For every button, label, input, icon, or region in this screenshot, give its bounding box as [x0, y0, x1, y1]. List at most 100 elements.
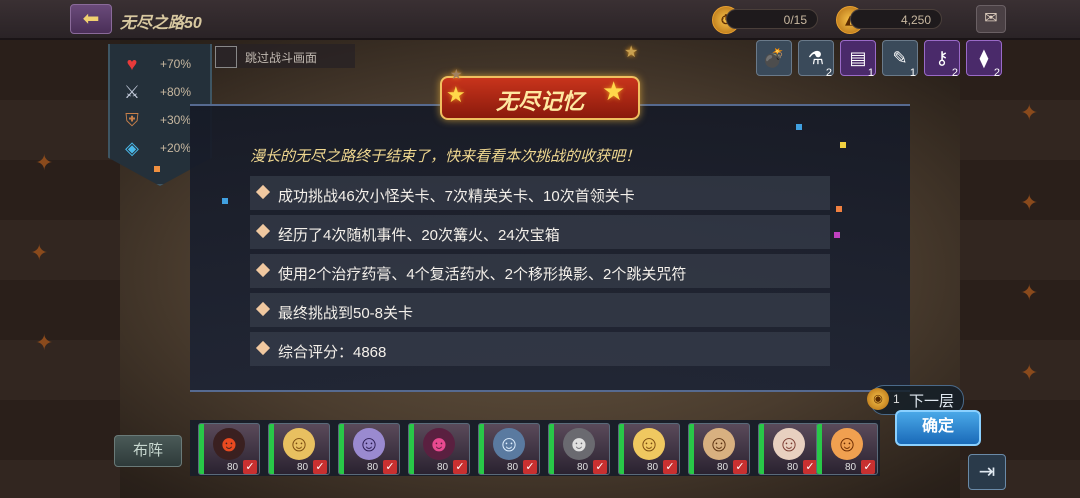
check-icon: ✓ [593, 460, 607, 474]
hero-level: 80 [787, 462, 799, 473]
exit-button[interactable]: ⇥ [968, 454, 1006, 490]
boot-icon: ✎ [892, 48, 908, 68]
check-icon: ✓ [733, 460, 747, 474]
buff-attack: ⚔ +80% [120, 80, 210, 104]
skip-label: 跳过战斗画面 [245, 51, 318, 65]
row-text: 综合评分：4868 [278, 344, 387, 361]
hero-level: 80 [717, 462, 729, 473]
formation-button[interactable]: 布阵 [114, 435, 182, 467]
diamond-icon [255, 223, 271, 239]
ornament-icon: ✦ [1020, 190, 1039, 215]
bomb-icon: 💣 [762, 48, 786, 68]
hero-portrait: ☺ [493, 428, 525, 460]
hero-level: 80 [367, 462, 379, 473]
hero-portrait: ☻ [423, 428, 455, 460]
summary-row: 最终挑战到50-8关卡 [250, 293, 830, 327]
check-icon: ✓ [383, 460, 397, 474]
page-title: 无尽之路50 [120, 15, 202, 32]
hp-bar [817, 424, 822, 474]
crystal-icon: ◈ [125, 138, 139, 158]
hero-slot[interactable]: ☺ 80 ✓ [618, 423, 680, 475]
buff-hp: ♥ +70% [120, 52, 210, 76]
key-icon: ⚷ [935, 48, 949, 68]
vial-item[interactable]: ⧫ 2 [966, 40, 1002, 79]
hp-bar [409, 424, 414, 474]
hero-slot[interactable]: ☺ 80 ✓ [688, 423, 750, 475]
summary-row: 经历了4次随机事件、20次篝火、24次宝箱 [250, 215, 830, 249]
star-icon: ★ [602, 76, 626, 106]
item-count: 2 [993, 67, 1000, 79]
row-text: 经历了4次随机事件、20次篝火、24次宝箱 [278, 227, 560, 244]
buff-value: +80% [160, 85, 192, 99]
hero-slot[interactable]: ☻ 80 ✓ [408, 423, 470, 475]
key-item[interactable]: ⚷ 2 [924, 40, 960, 79]
next-floor-label: 下一层 [909, 393, 955, 410]
skip-battle-toggle[interactable]: 跳过战斗画面 [215, 44, 355, 68]
hp-bar [479, 424, 484, 474]
hero-slot[interactable]: ☺ 80 ✓ [338, 423, 400, 475]
diamond-icon [255, 184, 271, 200]
ornament-icon: ✦ [1020, 360, 1039, 385]
hero-slot[interactable]: ☺ 80 ✓ [758, 423, 820, 475]
shield-icon: ⛨ [125, 110, 139, 130]
confetti [836, 206, 842, 212]
heart-icon: ♥ [126, 54, 138, 74]
top-bar: ⬅ 无尽之路50 ⏱ 0/15 ◭ 4,250 ✉ [0, 0, 1080, 40]
hero-level: 80 [577, 462, 589, 473]
hero-level: 80 [507, 462, 519, 473]
hero-portrait: ☻ [563, 428, 595, 460]
vial-icon: ⧫ [979, 48, 989, 68]
boot-item[interactable]: ✎ 1 [882, 40, 918, 79]
hp-bar [269, 424, 274, 474]
mail-icon[interactable]: ✉ [976, 5, 1006, 33]
currency-counter: 4,250 [850, 9, 942, 29]
hero-slot[interactable]: ☻ 80 ✓ [198, 423, 260, 475]
bomb-item[interactable]: 💣 [756, 40, 792, 76]
item-count: 2 [951, 67, 958, 79]
skip-checkbox[interactable] [215, 46, 237, 68]
buff-value: +20% [160, 141, 192, 155]
buff-value: +30% [160, 113, 192, 127]
hero-portrait: ☺ [831, 428, 863, 460]
hero-slot[interactable]: ☺ 80 ✓ [478, 423, 540, 475]
exit-icon: ⇥ [978, 461, 996, 483]
row-text: 使用2个治疗药膏、4个复活药水、2个移形换影、2个跳关咒符 [278, 266, 687, 283]
summary-row: 成功挑战46次小怪关卡、7次精英关卡、10次首领关卡 [250, 176, 830, 210]
summary-row: 综合评分：4868 [250, 332, 830, 366]
potion-icon: ⚗ [807, 48, 825, 68]
sword-icon: ⚔ [123, 82, 141, 102]
back-button[interactable]: ⬅ [70, 4, 112, 34]
star-icon: ★ [446, 82, 466, 107]
hp-bar [199, 424, 204, 474]
check-icon: ✓ [663, 460, 677, 474]
hero-portrait: ☻ [213, 428, 245, 460]
check-icon: ✓ [453, 460, 467, 474]
confetti [222, 198, 228, 204]
ornament-icon: ✦ [35, 150, 54, 175]
stamina-counter: 0/15 [726, 9, 818, 29]
hero-level: 80 [845, 462, 857, 473]
ornament-icon: ✦ [30, 240, 49, 265]
star-icon: ★ [450, 66, 463, 82]
hero-level: 80 [647, 462, 659, 473]
hero-level: 80 [227, 462, 239, 473]
confetti [834, 232, 840, 238]
check-icon: ✓ [523, 460, 537, 474]
hero-portrait: ☺ [353, 428, 385, 460]
potion-item[interactable]: ⚗ 2 [798, 40, 834, 79]
hero-portrait: ☺ [283, 428, 315, 460]
coin-icon: ◉ [867, 388, 889, 410]
hero-portrait: ☺ [633, 428, 665, 460]
ticket-icon: ▤ [849, 48, 867, 68]
hero-slot[interactable]: ☺ 80 ✓ [816, 423, 878, 475]
diamond-icon [255, 301, 271, 317]
ticket-item[interactable]: ▤ 1 [840, 40, 876, 79]
hero-slot[interactable]: ☺ 80 ✓ [268, 423, 330, 475]
confetti [840, 142, 846, 148]
ornament-icon: ✦ [35, 330, 54, 355]
hero-slot[interactable]: ☻ 80 ✓ [548, 423, 610, 475]
confetti [154, 166, 160, 172]
hero-portrait: ☺ [773, 428, 805, 460]
item-count: 1 [867, 67, 874, 79]
confirm-button[interactable]: 确定 [895, 410, 981, 446]
